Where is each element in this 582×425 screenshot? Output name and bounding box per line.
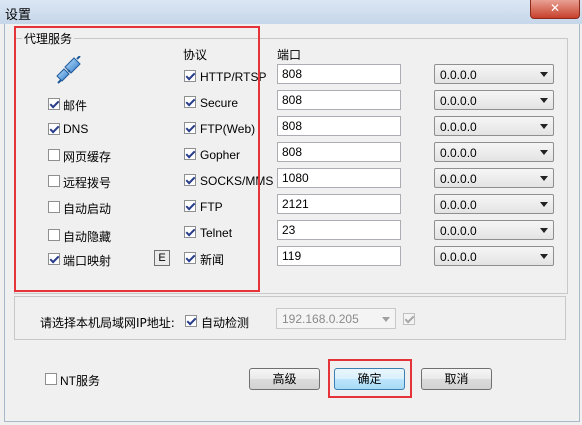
- chevron-down-icon: [540, 254, 548, 259]
- chevron-down-icon: [540, 124, 548, 129]
- bind-select-socks-mms[interactable]: 0.0.0.0: [434, 168, 554, 188]
- bind-select-news[interactable]: 0.0.0.0: [434, 246, 554, 266]
- port-input-ftp-web[interactable]: 808: [277, 116, 401, 136]
- lan-ip-select[interactable]: 192.168.0.205: [276, 308, 396, 329]
- highlight-frame: [14, 26, 260, 292]
- port-input-secure[interactable]: 808: [277, 90, 401, 110]
- port-input-telnet[interactable]: 23: [277, 220, 401, 240]
- chevron-down-icon: [540, 150, 548, 155]
- bind-select-ftp-web[interactable]: 0.0.0.0: [434, 116, 554, 136]
- lan-ip-label: 请选择本机局域网IP地址:: [40, 316, 175, 330]
- bind-select-http-rtsp[interactable]: 0.0.0.0: [434, 64, 554, 84]
- window-title: 设置: [5, 8, 32, 23]
- lan-ip-value: 192.168.0.205: [282, 312, 359, 326]
- auto-detect-checkbox[interactable]: [185, 315, 197, 327]
- chevron-down-icon: [540, 72, 548, 77]
- chevron-down-icon: [540, 202, 548, 207]
- bind-select-gopher[interactable]: 0.0.0.0: [434, 142, 554, 162]
- bind-value: 0.0.0.0: [440, 120, 477, 134]
- close-icon: ✕: [549, 1, 561, 15]
- bind-value: 0.0.0.0: [440, 250, 477, 264]
- nt-service-label: NT服务: [60, 374, 100, 388]
- port-input-gopher[interactable]: 808: [277, 142, 401, 162]
- port-input-news[interactable]: 119: [277, 246, 401, 266]
- chevron-down-icon: [540, 176, 548, 181]
- port-input-socks-mms[interactable]: 1080: [277, 168, 401, 188]
- bind-select-secure[interactable]: 0.0.0.0: [434, 90, 554, 110]
- bind-value: 0.0.0.0: [440, 68, 477, 82]
- ok-highlight-frame: [328, 359, 412, 398]
- close-button[interactable]: ✕: [530, 0, 580, 19]
- title-bar: 设置 ✕: [0, 0, 582, 24]
- advanced-button[interactable]: 高级: [249, 368, 320, 390]
- bind-value: 0.0.0.0: [440, 172, 477, 186]
- nt-service-checkbox[interactable]: [45, 373, 57, 385]
- chevron-down-icon: [540, 228, 548, 233]
- lan-ip-extra-checkbox[interactable]: [403, 313, 415, 325]
- port-input-http-rtsp[interactable]: 808: [277, 64, 401, 84]
- chevron-down-icon: [382, 317, 390, 322]
- bind-value: 0.0.0.0: [440, 94, 477, 108]
- cancel-button[interactable]: 取消: [421, 368, 492, 390]
- bind-value: 0.0.0.0: [440, 224, 477, 238]
- bind-select-ftp[interactable]: 0.0.0.0: [434, 194, 554, 214]
- bind-select-telnet[interactable]: 0.0.0.0: [434, 220, 554, 240]
- auto-detect-label: 自动检测: [201, 316, 250, 330]
- bind-value: 0.0.0.0: [440, 146, 477, 160]
- port-header: 端口: [277, 48, 302, 62]
- chevron-down-icon: [540, 98, 548, 103]
- bind-value: 0.0.0.0: [440, 198, 477, 212]
- port-input-ftp[interactable]: 2121: [277, 194, 401, 214]
